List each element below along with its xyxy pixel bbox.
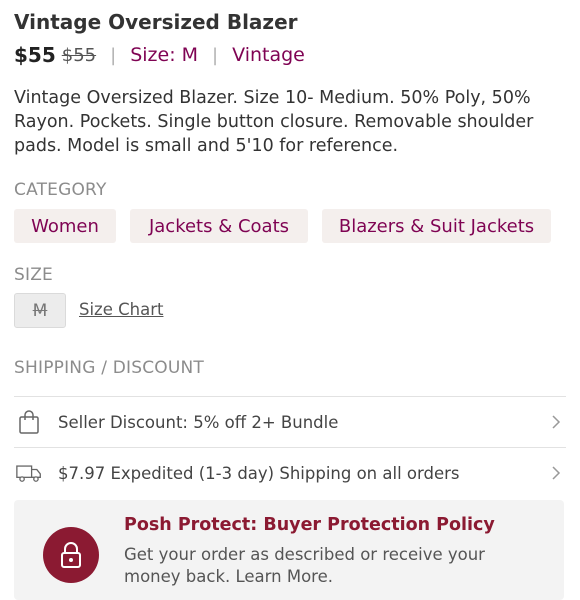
- description: Vintage Oversized Blazer. Size 10- Mediu…: [14, 88, 534, 156]
- seller-discount-row[interactable]: Seller Discount: 5% off 2+ Bundle: [14, 396, 566, 447]
- price-row: $55 $55 | Size: M | Vintage: [14, 43, 305, 67]
- posh-protect-card[interactable]: Posh Protect: Buyer Protection Policy Ge…: [14, 500, 564, 600]
- vintage-tag[interactable]: Vintage: [232, 44, 305, 66]
- seller-discount-text: Seller Discount: 5% off 2+ Bundle: [58, 412, 339, 432]
- divider: |: [212, 44, 219, 66]
- truck-icon: [16, 460, 42, 486]
- original-price: $55: [61, 44, 97, 66]
- size-chart-link[interactable]: Size Chart: [79, 300, 163, 319]
- category-heading: CATEGORY: [14, 180, 107, 200]
- chevron-right-icon: [546, 415, 566, 429]
- size-summary: Size: M: [130, 44, 199, 66]
- size-heading: SIZE: [14, 265, 53, 285]
- size-option[interactable]: M: [14, 293, 66, 328]
- listing-title: Vintage Oversized Blazer: [14, 10, 298, 34]
- protect-title: Posh Protect: Buyer Protection Policy: [124, 515, 495, 535]
- price: $55: [14, 43, 56, 67]
- shopping-bag-icon: [16, 409, 42, 435]
- shipping-row[interactable]: $7.97 Expedited (1-3 day) Shipping on al…: [14, 447, 566, 498]
- shipping-discount-heading: SHIPPING / DISCOUNT: [14, 358, 205, 378]
- protect-subtitle[interactable]: Get your order as described or receive y…: [124, 544, 544, 588]
- divider: |: [110, 44, 117, 66]
- chevron-right-icon: [546, 466, 566, 480]
- shipping-text: $7.97 Expedited (1-3 day) Shipping on al…: [58, 463, 460, 483]
- shield-lock-icon: [43, 527, 99, 583]
- category-chip-women[interactable]: Women: [14, 209, 116, 243]
- category-chip-jackets-coats[interactable]: Jackets & Coats: [130, 209, 308, 243]
- category-chip-blazers-suit-jackets[interactable]: Blazers & Suit Jackets: [322, 209, 551, 243]
